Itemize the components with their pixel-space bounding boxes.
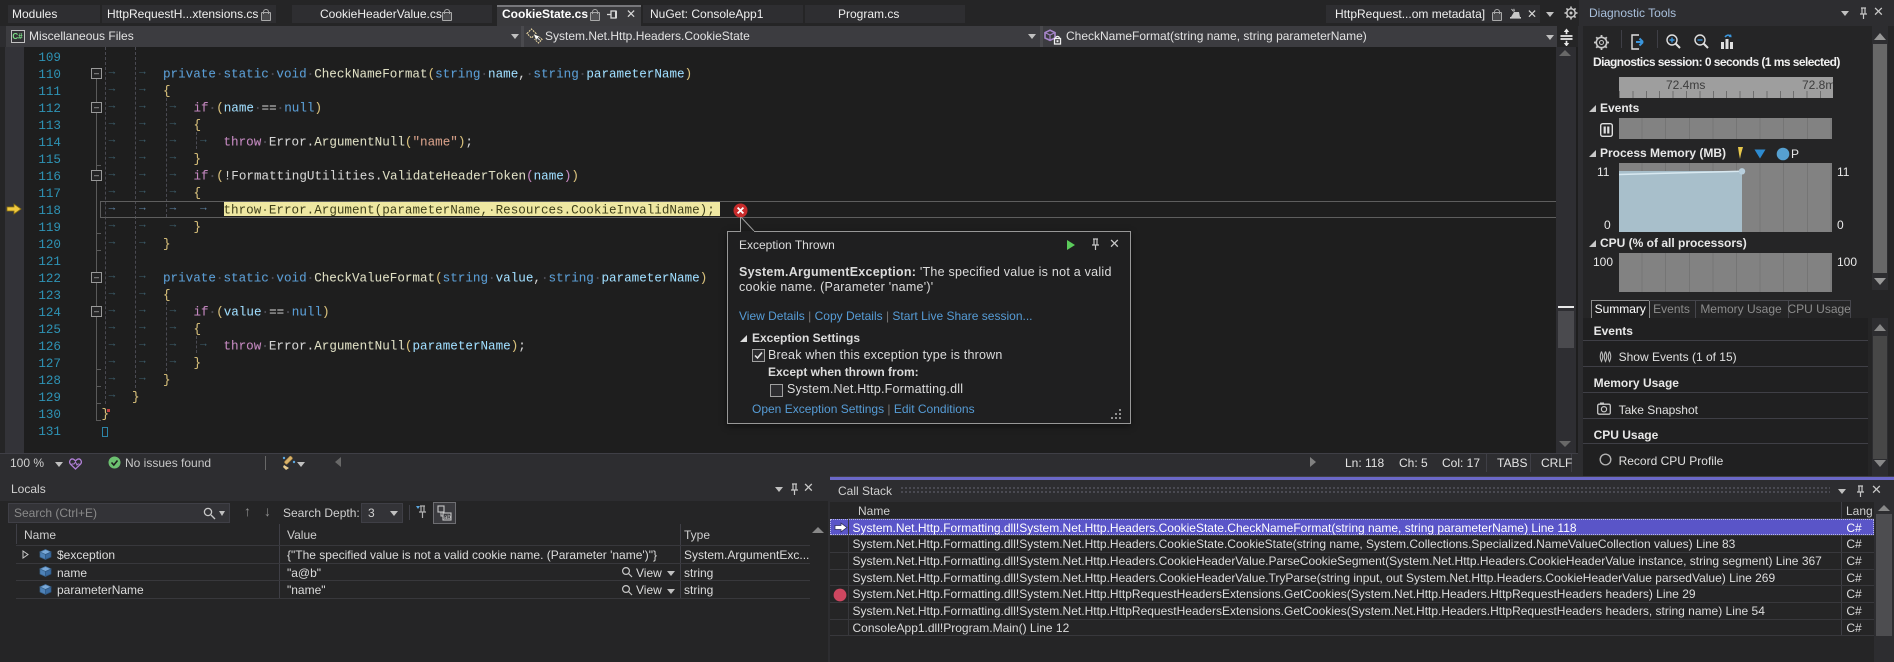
svg-text:ab: ab: [444, 515, 451, 521]
